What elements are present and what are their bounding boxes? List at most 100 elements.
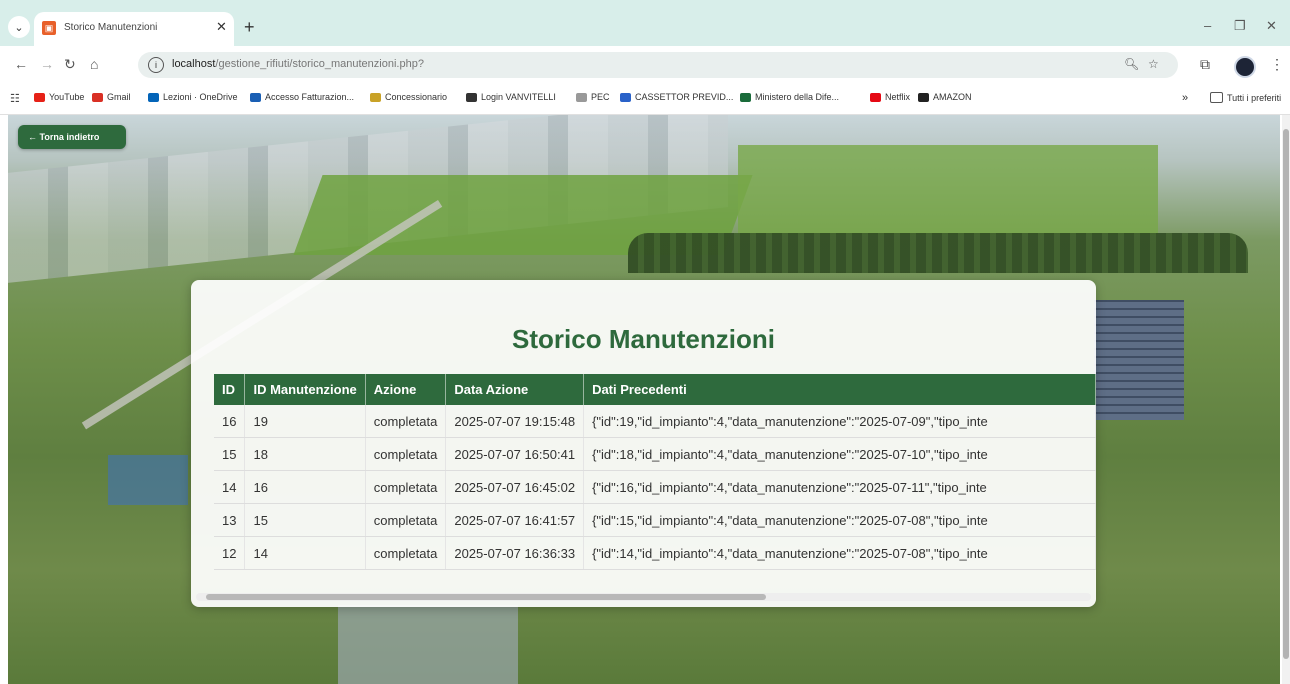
info-icon[interactable]: i [148,57,164,73]
bookmark-favicon-icon [918,92,929,102]
bookmark-favicon-icon [34,92,45,102]
cell-azione: completata [365,536,447,570]
vertical-scrollbar-thumb[interactable] [1283,129,1289,659]
cell-data-azione: 2025-07-07 16:50:41 [445,437,585,471]
more-bookmarks-icon[interactable]: » [1182,92,1188,104]
bookmark-label: YouTube [49,92,85,102]
history-panel: Storico Manutenzioni ID ID Manutenzione … [191,280,1096,607]
cell-id: 12 [214,536,246,570]
table-header-row: ID ID Manutenzione Azione Data Azione Da… [214,374,1096,405]
cell-data-azione: 2025-07-07 19:15:48 [445,405,585,438]
extensions-icon[interactable]: ⧉ [1200,56,1210,73]
all-bookmarks[interactable]: Tutti i preferiti [1210,92,1281,103]
bookmark-favicon-icon [870,92,881,102]
window-close-icon[interactable]: ✕ [1266,18,1277,34]
col-header-dati-precedenti: Dati Precedenti [583,374,1096,405]
bookmark-item[interactable]: Accesso Fatturazion... [250,92,354,102]
bookmarks-bar: ☷ YouTube Gmail Lezioni · OneDrive Accesso … [0,84,1290,115]
home-icon[interactable]: ⌂ [90,56,98,72]
scrollbar-thumb[interactable] [206,594,766,600]
table-container: ID ID Manutenzione Azione Data Azione Da… [214,374,1096,574]
bookmark-favicon-icon [148,92,159,102]
bookmark-item[interactable]: Netflix [870,92,910,102]
cell-id-manutenzione: 19 [244,405,366,438]
bookmark-item[interactable]: Concessionario [370,92,447,102]
bookmark-item[interactable]: Ministero della Dife... [740,92,839,102]
reload-icon[interactable]: ↻ [64,56,76,73]
cell-id-manutenzione: 18 [244,437,366,471]
browser-tab[interactable]: ▣ Storico Manutenzioni ✕ [34,12,234,46]
cell-dati-precedenti: {"id":16,"id_impianto":4,"data_manutenzi… [583,470,1096,504]
zoom-icon[interactable]: 🔍︎ [1124,57,1139,71]
cell-id: 15 [214,437,246,471]
bookmark-favicon-icon [576,92,587,102]
apps-grid-icon[interactable]: ☷ [10,92,20,105]
bookmark-label: Concessionario [385,92,448,102]
background-structure [108,455,188,505]
bookmark-favicon-icon [740,92,751,102]
minimize-icon[interactable]: – [1204,18,1211,33]
cell-id: 16 [214,405,246,438]
back-arrow-icon[interactable]: ← [14,56,28,72]
background-field [738,145,1158,235]
table-row: 13 15 completata 2025-07-07 16:41:57 {"i… [214,503,1096,537]
cell-id-manutenzione: 14 [244,536,366,570]
forward-arrow-icon[interactable]: → [40,56,54,72]
col-header-id-manutenzione: ID Manutenzione [244,374,366,405]
bookmark-item[interactable]: Login VANVITELLI [466,92,556,102]
tab-search-icon[interactable]: ⌄ [8,16,30,38]
profile-avatar[interactable] [1234,56,1256,78]
bookmark-item[interactable]: Lezioni · OneDrive [148,92,238,102]
bookmark-label: Gmail [107,92,131,102]
bookmark-favicon-icon [370,92,381,102]
cell-azione: completata [365,470,447,504]
close-icon[interactable]: ✕ [216,19,227,35]
page-viewport: ← Torna indietro Storico Manutenzioni ID… [8,115,1280,684]
col-header-azione: Azione [365,374,447,405]
bookmark-item[interactable]: AMAZON [918,92,972,102]
bookmark-label: CASSETTOR PREVID... [635,92,734,102]
bookmark-favicon-icon [250,92,261,102]
back-button[interactable]: ← Torna indietro [18,125,126,149]
horizontal-scrollbar[interactable] [196,593,1091,601]
table-row: 16 19 completata 2025-07-07 19:15:48 {"i… [214,405,1096,438]
bookmark-item[interactable]: Gmail [92,92,131,102]
star-icon[interactable]: ☆ [1148,57,1159,71]
url-host: localhost [172,58,216,70]
bookmark-label: Ministero della Dife... [755,92,840,102]
menu-icon[interactable]: ⋮ [1270,56,1284,73]
cell-data-azione: 2025-07-07 16:36:33 [445,536,585,570]
cell-dati-precedenti: {"id":19,"id_impianto":4,"data_manutenzi… [583,405,1096,438]
page-title: Storico Manutenzioni [512,324,775,354]
cell-data-azione: 2025-07-07 16:41:57 [445,503,585,537]
bookmark-label: Accesso Fatturazion... [265,92,355,102]
folder-icon [1210,92,1223,103]
cell-id: 13 [214,503,246,537]
browser-toolbar: ← → ↻ ⌂ i localhost/gestione_rifiuti/sto… [0,46,1290,84]
background-solar-panels [1094,300,1184,420]
col-header-data-azione: Data Azione [445,374,585,405]
new-tab-icon[interactable]: + [244,18,255,36]
bookmark-label: Netflix [885,92,911,102]
bookmark-item[interactable]: PEC [576,92,610,102]
col-header-id: ID [214,374,246,405]
tab-strip: ⌄ ▣ Storico Manutenzioni ✕ + – ❐ ✕ [0,0,1290,46]
bookmark-favicon-icon [620,92,631,102]
address-bar[interactable]: i localhost/gestione_rifiuti/storico_man… [138,52,1178,78]
bookmark-label: Lezioni · OneDrive [163,92,238,102]
bookmark-item[interactable]: YouTube [34,92,84,102]
table-row: 12 14 completata 2025-07-07 16:36:33 {"i… [214,536,1096,570]
restore-icon[interactable]: ❐ [1234,18,1246,34]
bookmark-label: PEC [591,92,610,102]
cell-azione: completata [365,503,447,537]
all-bookmarks-label: Tutti i preferiti [1227,92,1282,103]
table-row: 15 18 completata 2025-07-07 16:50:41 {"i… [214,437,1096,471]
bookmark-item[interactable]: CASSETTOR PREVID... [620,92,733,102]
cell-dati-precedenti: {"id":18,"id_impianto":4,"data_manutenzi… [583,437,1096,471]
cell-dati-precedenti: {"id":15,"id_impianto":4,"data_manutenzi… [583,503,1096,537]
background-building [338,605,518,684]
table-row: 14 16 completata 2025-07-07 16:45:02 {"i… [214,470,1096,504]
vertical-scrollbar[interactable] [1282,115,1290,684]
bookmark-label: AMAZON [933,92,972,102]
bookmark-label: Login VANVITELLI [481,92,556,102]
